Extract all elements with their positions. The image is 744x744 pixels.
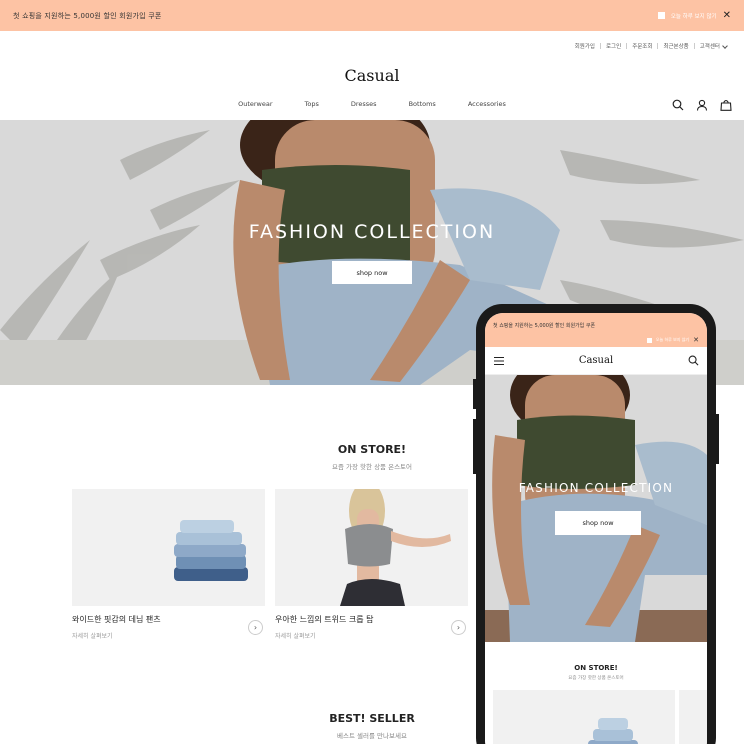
mobile-hide-today-checkbox[interactable] — [646, 337, 652, 343]
hide-today-checkbox[interactable] — [657, 12, 665, 19]
nav-item-outerwear[interactable]: Outerwear — [222, 100, 288, 108]
product-more-link[interactable]: 자세히 살펴보기 — [275, 631, 316, 640]
phone-side-button — [473, 419, 476, 474]
chevron-right-icon[interactable]: › — [248, 620, 263, 635]
promo-text[interactable]: 첫 쇼핑을 지원하는 5,000원 할인 회원가입 쿠폰 — [13, 11, 161, 21]
product-more-link[interactable]: 자세히 살펴보기 — [72, 631, 113, 640]
product-name[interactable]: 우아한 느낌의 트위드 크롭 탑 — [275, 614, 374, 625]
mobile-on-store-title: ON STORE! — [574, 664, 618, 672]
mobile-promo-controls: 오늘 하루 보지 않기 ✕ — [646, 336, 699, 344]
model-image — [275, 489, 468, 606]
nav-item-tops[interactable]: Tops — [289, 100, 335, 108]
phone-screen: 첫 쇼핑을 지원하는 5,000원 할인 회원가입 쿠폰 오늘 하루 보지 않기… — [485, 313, 707, 744]
mobile-close-icon[interactable]: ✕ — [693, 336, 699, 344]
phone-side-button — [716, 414, 719, 464]
user-icon[interactable] — [696, 99, 708, 111]
utility-links: 회원가입 로그인 주문조회 최근본상품 고객센터 — [570, 42, 732, 50]
close-promo-icon[interactable]: ✕ — [723, 10, 731, 21]
util-link-order-lookup[interactable]: 주문조회 — [627, 42, 657, 50]
nav-item-bottoms[interactable]: Bottoms — [393, 100, 452, 108]
product-image-denim[interactable] — [72, 489, 265, 606]
mobile-on-store-subtitle: 요즘 가장 핫한 상품 온스토어 — [568, 676, 624, 681]
phone-side-button — [473, 379, 476, 409]
mobile-hero-banner: FASHION COLLECTION shop now — [485, 375, 707, 642]
promo-controls: 오늘 하루 보지 않기 ✕ — [657, 0, 731, 31]
phone-mockup: 첫 쇼핑을 지원하는 5,000원 할인 회원가입 쿠폰 오늘 하루 보지 않기… — [473, 304, 719, 744]
mobile-hero-image — [485, 375, 707, 642]
page: 첫 쇼핑을 지원하는 5,000원 할인 회원가입 쿠폰 오늘 하루 보지 않기… — [0, 0, 744, 744]
product-image-tweed-top[interactable] — [275, 489, 468, 606]
util-link-signup[interactable]: 회원가입 — [570, 42, 600, 50]
util-link-support-label: 고객센터 — [699, 44, 720, 50]
search-icon[interactable] — [672, 99, 684, 111]
util-link-recent[interactable]: 최근본상품 — [658, 42, 693, 50]
hide-today-label[interactable]: 오늘 하루 보지 않기 — [671, 12, 717, 20]
mobile-product-image-denim[interactable] — [493, 690, 675, 744]
mobile-header: Casual — [485, 347, 707, 375]
shop-now-button[interactable]: shop now — [332, 261, 412, 284]
nav-item-accessories[interactable]: Accessories — [452, 100, 522, 108]
mobile-product-image-next[interactable] — [679, 690, 707, 744]
shopping-bag-icon[interactable] — [720, 99, 732, 111]
mobile-promo-text[interactable]: 첫 쇼핑을 지원하는 5,000원 할인 회원가입 쿠폰 — [493, 322, 595, 329]
chevron-down-icon — [722, 43, 728, 49]
chevron-right-icon[interactable]: › — [451, 620, 466, 635]
mobile-hide-today-label[interactable]: 오늘 하루 보지 않기 — [656, 337, 689, 343]
hero-title: FASHION COLLECTION — [248, 221, 496, 243]
util-link-support[interactable]: 고객센터 — [695, 42, 732, 50]
promo-bar: 첫 쇼핑을 지원하는 5,000원 할인 회원가입 쿠폰 오늘 하루 보지 않기… — [0, 0, 744, 31]
util-link-login[interactable]: 로그인 — [601, 42, 626, 50]
brand-logo[interactable]: Casual — [0, 66, 744, 85]
mobile-search-icon[interactable] — [688, 355, 699, 366]
mobile-denim-image — [493, 690, 675, 744]
nav-item-dresses[interactable]: Dresses — [335, 100, 393, 108]
mobile-hero-title: FASHION COLLECTION — [518, 481, 674, 495]
product-name[interactable]: 와이드한 핏감의 데님 팬츠 — [72, 614, 161, 625]
denim-stack-image — [72, 489, 265, 606]
main-nav: Outerwear Tops Dresses Bottoms Accessori… — [0, 100, 744, 108]
mobile-brand-logo[interactable]: Casual — [485, 355, 707, 366]
header-icons — [672, 99, 732, 111]
mobile-promo-bar: 첫 쇼핑을 지원하는 5,000원 할인 회원가입 쿠폰 오늘 하루 보지 않기… — [485, 313, 707, 347]
mobile-shop-now-button[interactable]: shop now — [555, 511, 641, 535]
